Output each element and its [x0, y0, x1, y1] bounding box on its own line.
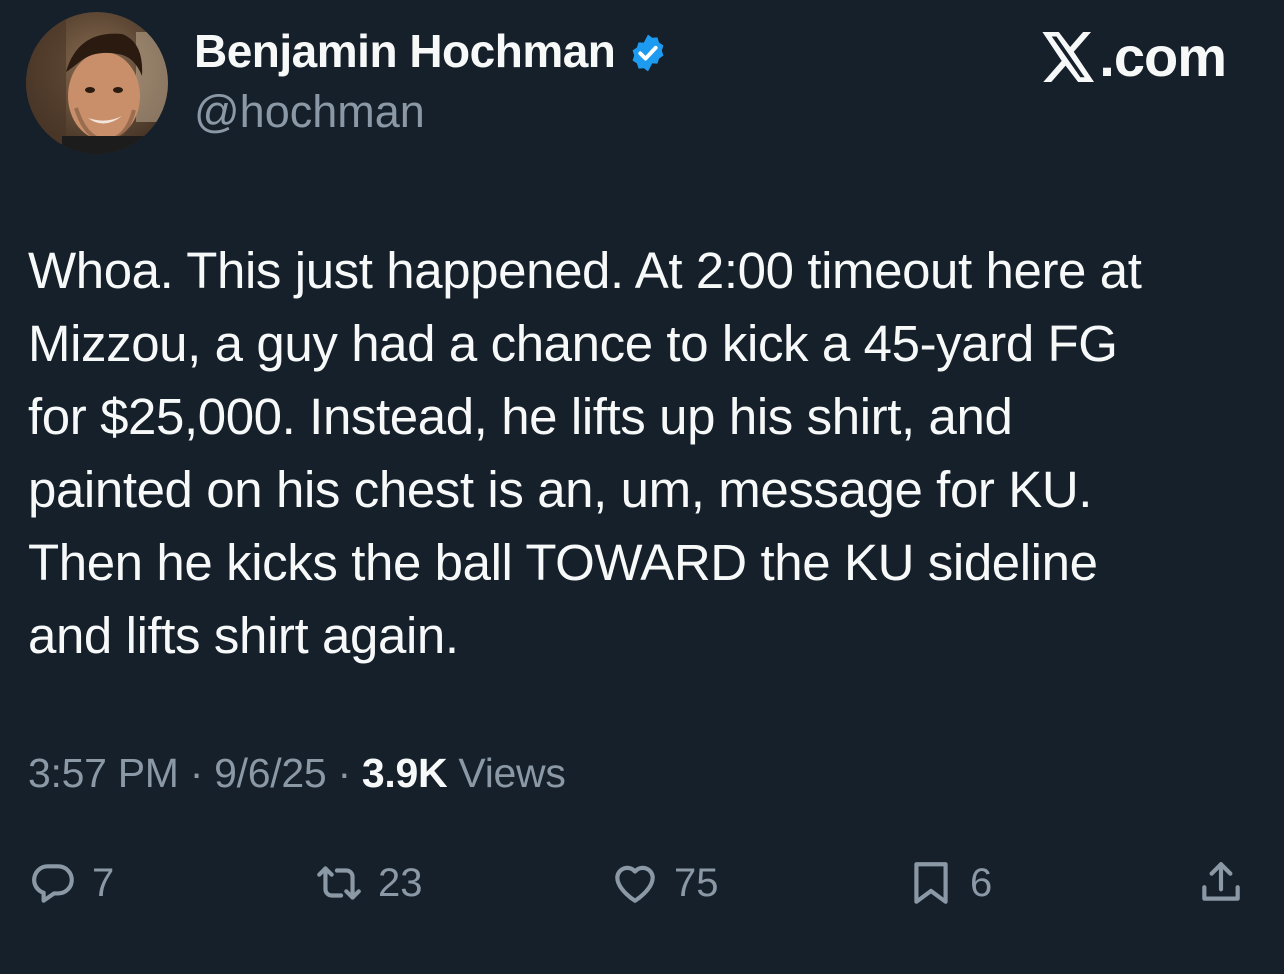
- like-count: 75: [674, 860, 719, 905]
- views-label: Views: [458, 750, 566, 796]
- reply-icon: [28, 858, 78, 908]
- verified-badge-icon[interactable]: [627, 32, 669, 74]
- brand-domain-text: .com: [1099, 25, 1227, 88]
- tweet-time[interactable]: 3:57 PM: [28, 750, 179, 796]
- action-bar: 7 23 75 6: [0, 848, 1284, 918]
- bookmark-icon: [906, 858, 956, 908]
- avatar-photo: [26, 12, 168, 154]
- bookmark-count: 6: [970, 860, 993, 905]
- avatar[interactable]: [26, 12, 168, 154]
- meta-separator: ·: [189, 750, 204, 796]
- heart-icon: [610, 858, 660, 908]
- author-display-name[interactable]: Benjamin Hochman: [194, 24, 669, 78]
- share-icon: [1196, 858, 1246, 908]
- x-brand-logo: .com: [1041, 24, 1227, 89]
- views-count: 3.9K: [361, 750, 448, 796]
- display-name-text: Benjamin Hochman: [194, 25, 616, 77]
- tweet-text: Whoa. This just happened. At 2:00 timeou…: [28, 242, 1142, 664]
- x-logo-icon: [1041, 31, 1097, 82]
- like-button[interactable]: 75: [610, 848, 719, 918]
- tweet-metadata: 3:57 PM · 9/6/25 · 3.9K Views: [28, 750, 566, 797]
- tweet-date[interactable]: 9/6/25: [214, 750, 327, 796]
- repost-icon: [314, 858, 364, 908]
- bookmark-button[interactable]: 6: [906, 848, 992, 918]
- share-button[interactable]: [1196, 848, 1246, 918]
- repost-count: 23: [378, 860, 423, 905]
- repost-button[interactable]: 23: [314, 848, 423, 918]
- reply-button[interactable]: 7: [28, 848, 114, 918]
- author-handle[interactable]: @hochman: [194, 86, 425, 138]
- meta-separator: ·: [337, 750, 351, 796]
- reply-count: 7: [92, 860, 115, 905]
